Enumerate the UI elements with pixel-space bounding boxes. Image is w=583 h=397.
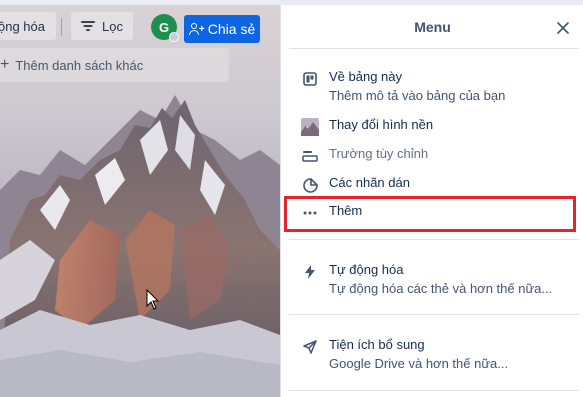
background-thumbnail-icon	[301, 118, 319, 136]
add-list-label: Thêm danh sách khác	[15, 57, 144, 73]
divider	[289, 48, 579, 49]
close-button[interactable]	[551, 16, 575, 40]
menu-item-description: Thêm mô tả vào bảng của bạn	[329, 88, 506, 103]
filter-button[interactable]: Lọc	[71, 12, 133, 40]
share-button[interactable]: + Chia sẻ	[184, 15, 260, 43]
menu-item-description: Tự động hóa các thẻ và hơn thế nữa...	[329, 281, 553, 296]
share-label: Chia sẻ	[207, 21, 256, 37]
lightning-icon	[301, 263, 319, 281]
menu-item-label: Tiện ích bổ sung	[329, 337, 425, 352]
menu-item-description: Google Drive và hơn thế nữa...	[329, 356, 509, 371]
avatar-initial: G	[158, 19, 170, 35]
automation-label: ộng hóa	[0, 18, 45, 34]
menu-item-label: Về bảng này	[329, 69, 403, 84]
automation-button[interactable]: ộng hóa	[0, 12, 56, 40]
menu-item-about-board[interactable]: Về bảng này Thêm mô tả vào bảng của bạn	[301, 69, 577, 107]
divider	[289, 390, 579, 391]
menu-item-label: Các nhãn dán	[329, 175, 410, 190]
custom-fields-icon	[301, 147, 319, 165]
menu-item-change-background[interactable]: Thay đổi hình nền	[301, 117, 577, 137]
board-toolbar: ộng hóa Lọc G + Chia sẻ	[0, 4, 280, 43]
filter-label: Lọc	[102, 18, 123, 34]
divider	[289, 314, 579, 315]
add-person-icon: +	[188, 22, 205, 36]
plus-icon: +	[0, 56, 10, 73]
highlight-box	[284, 196, 576, 232]
menu-item-power-ups[interactable]: Tiện ích bổ sung Google Drive và hơn thế…	[301, 337, 577, 375]
menu-panel: Menu Về bảng này Thêm mô tả vào bảng của…	[280, 5, 583, 397]
sticker-icon	[301, 176, 319, 194]
rocket-icon	[301, 338, 319, 356]
toolbar-divider	[61, 18, 62, 36]
menu-item-label: Thay đổi hình nền	[329, 117, 434, 132]
close-icon	[557, 22, 569, 34]
menu-item-custom-fields[interactable]: Trường tùy chỉnh	[301, 146, 577, 166]
menu-item-label: Trường tùy chỉnh	[329, 146, 429, 161]
board-icon	[301, 70, 319, 88]
mouse-cursor-icon	[146, 289, 160, 310]
menu-item-automation[interactable]: Tự động hóa Tự động hóa các thẻ và hơn t…	[301, 262, 577, 300]
menu-title: Menu	[414, 19, 451, 35]
filter-icon	[80, 21, 95, 31]
divider	[289, 239, 579, 240]
admin-badge-icon	[169, 32, 179, 42]
menu-item-label: Tự động hóa	[329, 262, 404, 277]
menu-item-stickers[interactable]: Các nhãn dán	[301, 175, 577, 195]
add-list-button[interactable]: + Thêm danh sách khác	[0, 48, 229, 82]
